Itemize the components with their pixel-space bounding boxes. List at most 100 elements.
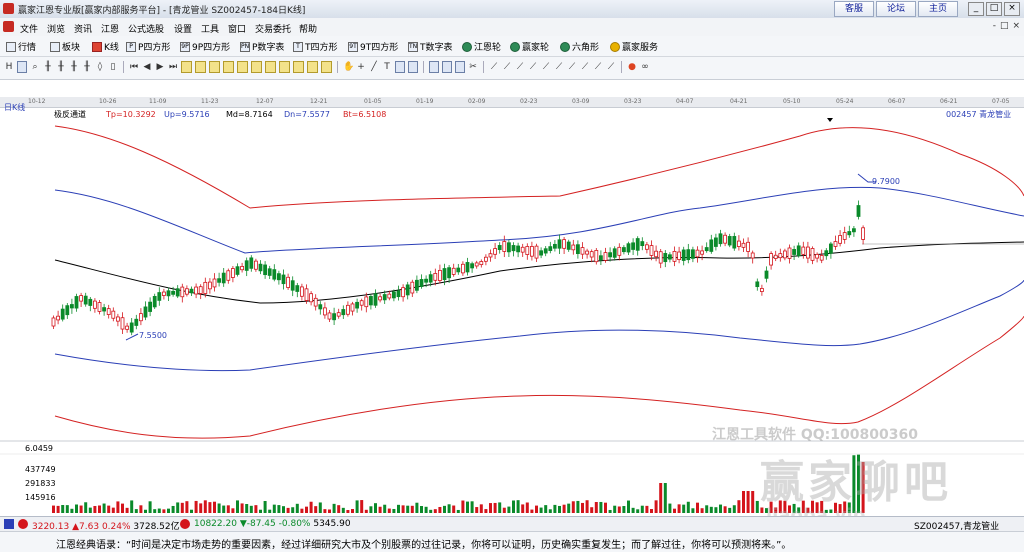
gann-tool-10-icon[interactable] bbox=[307, 61, 318, 73]
customer-service-button[interactable]: 客服 bbox=[833, 1, 874, 17]
mdi-minimize[interactable]: - bbox=[993, 21, 996, 31]
prev-icon[interactable]: ◀ bbox=[142, 61, 152, 73]
bar-style-icon[interactable]: ╫ bbox=[56, 61, 66, 73]
gann-tool-7-icon[interactable] bbox=[265, 61, 276, 73]
fill-icon[interactable] bbox=[408, 61, 418, 73]
first-icon[interactable]: ⏮ bbox=[129, 61, 139, 73]
delete-icon[interactable]: ✂ bbox=[468, 61, 478, 73]
gann-tool-8-icon[interactable] bbox=[279, 61, 290, 73]
menu-app-icon[interactable] bbox=[3, 21, 14, 32]
indicator-1-icon[interactable]: ⟋ bbox=[489, 61, 499, 73]
winner-wheel-button[interactable]: 赢家轮 bbox=[510, 40, 549, 53]
menu-file[interactable]: 文件 bbox=[20, 22, 38, 35]
gann-tool-6-icon[interactable] bbox=[251, 61, 262, 73]
volume-bar bbox=[107, 505, 111, 513]
hexagon-button[interactable]: 六角形 bbox=[560, 40, 599, 53]
candle bbox=[60, 308, 65, 320]
infinity-icon[interactable]: ∞ bbox=[640, 61, 650, 73]
p-square-button[interactable]: P P四方形 bbox=[126, 40, 170, 53]
menu-window[interactable]: 窗口 bbox=[228, 22, 246, 35]
candle-style-icon[interactable]: ╫ bbox=[69, 61, 79, 73]
maximize-button[interactable]: □ bbox=[986, 2, 1002, 16]
layout-icon[interactable]: H bbox=[4, 61, 14, 73]
indicator-7-icon[interactable]: ⟋ bbox=[567, 61, 577, 73]
menu-formula-select[interactable]: 公式选股 bbox=[128, 22, 164, 35]
indicator-2-icon[interactable]: ⟋ bbox=[502, 61, 512, 73]
hand-icon[interactable]: ✋ bbox=[343, 61, 354, 73]
gann-wheel-button[interactable]: 江恩轮 bbox=[462, 40, 501, 53]
indicator-9-icon[interactable]: ⟋ bbox=[593, 61, 603, 73]
sector-button[interactable]: 板块 bbox=[50, 40, 80, 53]
quotes-button[interactable]: 行情 bbox=[6, 40, 36, 53]
indicator-6-icon[interactable]: ⟋ bbox=[554, 61, 564, 73]
menu-tools[interactable]: 工具 bbox=[201, 22, 219, 35]
volume-bar bbox=[512, 500, 515, 513]
menu-help[interactable]: 帮助 bbox=[299, 22, 317, 35]
gann-tool-11-icon[interactable] bbox=[321, 61, 332, 73]
t-number-table-button[interactable]: TN T数字表 bbox=[408, 40, 453, 53]
volume-bar bbox=[682, 504, 686, 513]
candle bbox=[686, 249, 691, 261]
indicator-4-icon[interactable]: ⟋ bbox=[528, 61, 538, 73]
menu-settings[interactable]: 设置 bbox=[174, 22, 192, 35]
gann-tool-4-icon[interactable] bbox=[223, 61, 234, 73]
volume-bar bbox=[272, 504, 276, 513]
volume-bar bbox=[700, 508, 704, 513]
close-button[interactable]: × bbox=[1004, 2, 1020, 16]
zoom-icon[interactable]: ⌕ bbox=[30, 61, 40, 73]
candle bbox=[852, 228, 856, 233]
gann-tool-2-icon[interactable] bbox=[195, 61, 206, 73]
minimize-button[interactable]: _ bbox=[968, 2, 984, 16]
line-icon[interactable]: ╱ bbox=[369, 61, 379, 73]
menu-info[interactable]: 资讯 bbox=[74, 22, 92, 35]
candle bbox=[718, 233, 723, 245]
next-icon[interactable]: ▶ bbox=[155, 61, 165, 73]
volume-bar bbox=[709, 506, 713, 513]
candle bbox=[373, 293, 378, 306]
indicator-3-icon[interactable]: ⟋ bbox=[515, 61, 525, 73]
9p-square-icon: 9P bbox=[180, 41, 190, 52]
gann-tool-3-icon[interactable] bbox=[209, 61, 220, 73]
text-icon[interactable]: T bbox=[382, 61, 392, 73]
9t-square-button[interactable]: 9T 9T四方形 bbox=[348, 40, 398, 53]
p-number-table-button[interactable]: PN P数字表 bbox=[240, 40, 284, 53]
gann-tool-9-icon[interactable] bbox=[293, 61, 304, 73]
chart-type-icon[interactable] bbox=[17, 61, 27, 73]
candle bbox=[382, 294, 387, 301]
color-icon[interactable]: ● bbox=[627, 61, 637, 73]
candle bbox=[681, 249, 686, 261]
ohlc-style-icon[interactable]: ╫ bbox=[82, 61, 92, 73]
9t-square-label: 9T四方形 bbox=[360, 43, 399, 53]
export-icon[interactable] bbox=[455, 61, 465, 73]
crosshair-icon[interactable]: + bbox=[356, 61, 366, 73]
home-button[interactable]: 主页 bbox=[917, 1, 958, 17]
gann-tool-5-icon[interactable] bbox=[237, 61, 248, 73]
forum-button[interactable]: 论坛 bbox=[875, 1, 916, 17]
mdi-restore[interactable]: □ bbox=[1000, 21, 1009, 31]
t-square-button[interactable]: T T四方形 bbox=[293, 40, 338, 53]
last-icon[interactable]: ⏭ bbox=[168, 61, 178, 73]
volume-style-icon[interactable]: ◊ bbox=[95, 61, 105, 73]
candle bbox=[286, 276, 291, 288]
mdi-close[interactable]: × bbox=[1012, 21, 1020, 31]
9p-square-button[interactable]: 9P 9P四方形 bbox=[180, 40, 230, 53]
indicator-8-icon[interactable]: ⟋ bbox=[580, 61, 590, 73]
ruler-icon[interactable]: ▯ bbox=[108, 61, 118, 73]
menu-browse[interactable]: 浏览 bbox=[47, 22, 65, 35]
kline-button[interactable]: K线 bbox=[92, 40, 119, 53]
gann-tool-1-icon[interactable] bbox=[181, 61, 192, 73]
indicator-5-icon[interactable]: ⟋ bbox=[541, 61, 551, 73]
shape-icon[interactable] bbox=[395, 61, 405, 73]
kline-label: K线 bbox=[104, 43, 119, 53]
save-icon[interactable] bbox=[429, 61, 439, 73]
indicator-10-icon[interactable]: ⟋ bbox=[606, 61, 616, 73]
candle bbox=[355, 301, 360, 309]
menu-trade[interactable]: 交易委托 bbox=[255, 22, 291, 35]
kline-style-icon[interactable]: ╫ bbox=[43, 61, 53, 73]
winner-service-button[interactable]: 赢家服务 bbox=[610, 40, 658, 53]
candle bbox=[424, 278, 429, 283]
print-icon[interactable] bbox=[442, 61, 452, 73]
layout-icon[interactable] bbox=[4, 519, 14, 529]
menu-gann[interactable]: 江恩 bbox=[101, 22, 119, 35]
sz-index[interactable]: 10822.20 ▼-87.45 -0.80% 5345.90 bbox=[194, 519, 351, 529]
